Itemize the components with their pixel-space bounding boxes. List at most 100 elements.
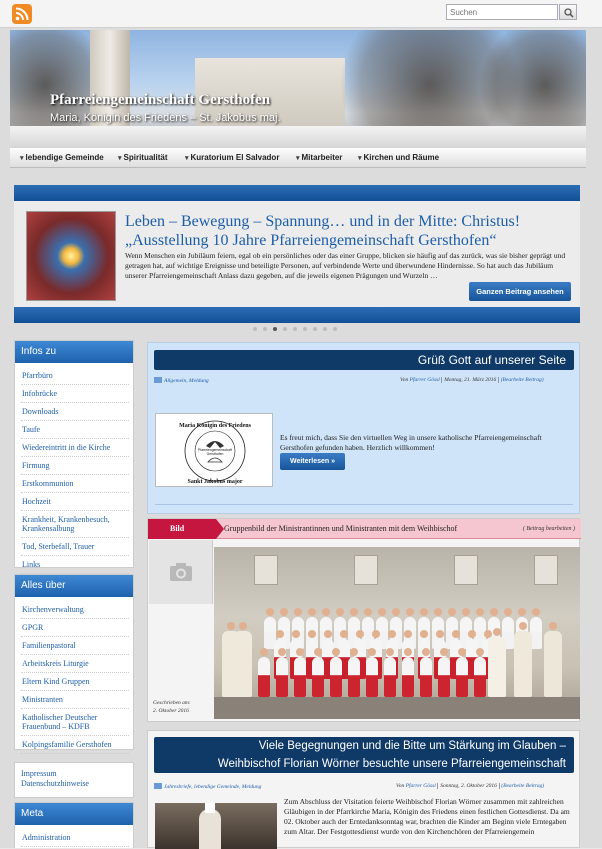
infos-link[interactable]: Infobrücke — [21, 385, 129, 403]
photo-person — [294, 648, 306, 697]
categories-text[interactable]: Allgemein, Meldung — [164, 378, 209, 384]
top-bar — [0, 0, 602, 28]
search-input[interactable] — [446, 4, 558, 20]
slider-dot[interactable] — [313, 327, 317, 331]
infos-link[interactable]: Firmung — [21, 457, 129, 475]
infos-link[interactable]: Downloads — [21, 403, 129, 421]
slider-dot[interactable] — [333, 327, 337, 331]
slider-dot[interactable] — [283, 327, 287, 331]
sidebar-alles: Alles über Kirchenverwaltung GPGR Familien… — [14, 574, 134, 754]
site-subtitle: Maria, Königin des Friedens – St. Jakobu… — [50, 112, 281, 124]
slider-pagination — [253, 327, 343, 333]
read-full-post-button[interactable]: Ganzen Beitrag ansehen — [469, 282, 571, 301]
slider-bottom-bar — [14, 307, 580, 323]
post-welcome: Grüß Gott auf unserer Seite Allgemein, M… — [147, 342, 580, 514]
nav-label: Kirchen und Räume — [363, 153, 440, 162]
slider-dot[interactable] — [303, 327, 307, 331]
sidebar-meta: Meta Administration — [14, 802, 134, 848]
folder-icon — [154, 783, 162, 789]
infos-link[interactable]: Pfarrbüro — [21, 367, 129, 385]
nav-item-spiritualitaet[interactable]: ▾ Spiritualität — [118, 153, 168, 162]
photo-person — [276, 648, 288, 697]
post-thumbnail[interactable] — [155, 803, 277, 849]
post-format-tag: Bild — [148, 519, 224, 539]
nav-item-mitarbeiter[interactable]: ▾ Mitarbeiter — [296, 153, 342, 162]
parish-logo: Maria Königin des Friedens Pfarreiengeme… — [155, 413, 273, 487]
post-title[interactable]: Grüß Gott auf unserer Seite — [154, 350, 574, 370]
photo-person — [258, 648, 270, 697]
alles-link[interactable]: Familienpastoral — [21, 637, 129, 655]
photo-person — [514, 622, 532, 697]
group-photo[interactable] — [214, 547, 580, 719]
infos-link[interactable]: Krankheit, Krankenbesuch, Krankensalbung — [21, 511, 129, 538]
post-author[interactable]: Pfarrer Gössl — [410, 377, 440, 383]
nav-item-kuratorium[interactable]: ▾ Kuratorium El Salvador — [185, 153, 279, 162]
sidebar-link-impressum[interactable]: Impressum — [21, 769, 127, 779]
infos-link[interactable]: Links — [21, 556, 129, 574]
logo-top-text: Maria Königin des Friedens — [179, 423, 251, 429]
categories-text[interactable]: Jahresbriefe, lebendige Gemeinde, Meldun… — [164, 784, 261, 790]
slider-excerpt: Wenn Menschen ein Jubiläum feiern, egal … — [125, 251, 566, 280]
slider-dot[interactable] — [273, 327, 277, 331]
alles-link[interactable]: Kirchenverwaltung — [21, 601, 129, 619]
slider-title-line: Leben – Bewegung – Spannung… und in der … — [125, 213, 521, 230]
nav-item-kirchen[interactable]: ▾ Kirchen und Räume — [358, 153, 439, 162]
nav-item-lebendige-gemeinde[interactable]: ▾ lebendige Gemeinde — [20, 153, 104, 162]
meta-link[interactable]: Administration — [21, 829, 129, 847]
sidebar-list: Administration — [21, 829, 129, 847]
slider-dot[interactable] — [293, 327, 297, 331]
alles-link[interactable]: Ministranten — [21, 691, 129, 709]
byline-prefix: Von — [396, 783, 405, 789]
slider-dot[interactable] — [253, 327, 257, 331]
post-title[interactable]: Viele Begegnungen und die Bitte um Stärk… — [154, 737, 574, 773]
photo-person — [366, 648, 378, 697]
church-floor — [214, 697, 580, 719]
photo-person — [420, 648, 432, 697]
photo-person — [348, 648, 360, 697]
sidebar-link-datenschutz[interactable]: Datenschutzhinweise — [21, 779, 127, 789]
photo-person — [384, 648, 396, 697]
post-categories: Allgemein, Meldung — [154, 377, 209, 384]
post-title[interactable]: Gruppenbild der Ministrantinnen und Mini… — [224, 519, 457, 539]
header-snow — [10, 126, 586, 148]
edit-post-link[interactable]: (Bearbeite Beitrag) — [501, 377, 544, 383]
alles-link[interactable]: Kolpingsfamilie Gersthofen — [21, 736, 129, 754]
edit-post-link[interactable]: ( Beitrag bearbeiten ) — [523, 519, 575, 539]
slider-image[interactable] — [26, 211, 116, 301]
alles-link[interactable]: Arbeitskreis Liturgie — [21, 655, 129, 673]
logo-mid-text: Gersthofen — [207, 452, 224, 456]
photo-person — [456, 648, 468, 697]
slider-dot[interactable] — [263, 327, 267, 331]
post-date: Geschrieben am: 2. Oktober 2016 — [153, 699, 213, 715]
infos-link[interactable]: Hochzeit — [21, 493, 129, 511]
post-author[interactable]: Pfarrer Gössl — [406, 783, 436, 789]
sidebar-legal: Impressum Datenschutzhinweise — [14, 762, 134, 798]
search-button[interactable] — [559, 4, 577, 20]
rss-icon[interactable] — [12, 4, 32, 24]
site-title[interactable]: Pfarreiengemeinschaft Gersthofen — [50, 92, 270, 109]
post-byline: Von Pfarrer Gössl Sonntag, 2. Oktober 20… — [396, 783, 544, 789]
infos-link[interactable]: Wiedereintritt in die Kirche — [21, 439, 129, 457]
read-more-button[interactable]: Weiterlesen » — [280, 453, 345, 470]
infos-link[interactable]: Taufe — [21, 421, 129, 439]
post-date: Montag, 21. März 2016 — [441, 377, 500, 383]
photo-person — [330, 648, 342, 697]
infos-link[interactable]: Tod, Sterbefall, Trauer — [21, 538, 129, 556]
chevron-down-icon: ▾ — [20, 155, 24, 162]
slider-dot[interactable] — [323, 327, 327, 331]
photo-person — [312, 648, 324, 697]
main-nav: ▾ lebendige Gemeinde ▾ Spiritualität ▾ Kura… — [10, 148, 586, 168]
post-title-line: Weihbischof Florian Wörner besuchte unse… — [217, 758, 566, 770]
post-image: Bild Gruppenbild der Ministrantinnen und… — [147, 518, 581, 722]
site-header: Pfarreiengemeinschaft Gersthofen Maria, … — [10, 30, 586, 148]
alles-link[interactable]: Katholischer Deutscher Frauenbund – KDFB — [21, 709, 129, 736]
slider-title[interactable]: Leben – Bewegung – Spannung… und in der … — [125, 212, 575, 250]
alles-link[interactable]: GPGR — [21, 619, 129, 637]
infos-link[interactable]: Erstkommunion — [21, 475, 129, 493]
logo-bottom-text: Sankt Jakobus major — [187, 479, 242, 485]
chevron-down-icon: ▾ — [118, 155, 122, 162]
search-form — [446, 4, 578, 20]
photo-person — [474, 648, 486, 697]
edit-post-link[interactable]: (Bearbeite Beitrag) — [501, 783, 544, 789]
alles-link[interactable]: Eltern Kind Gruppen — [21, 673, 129, 691]
